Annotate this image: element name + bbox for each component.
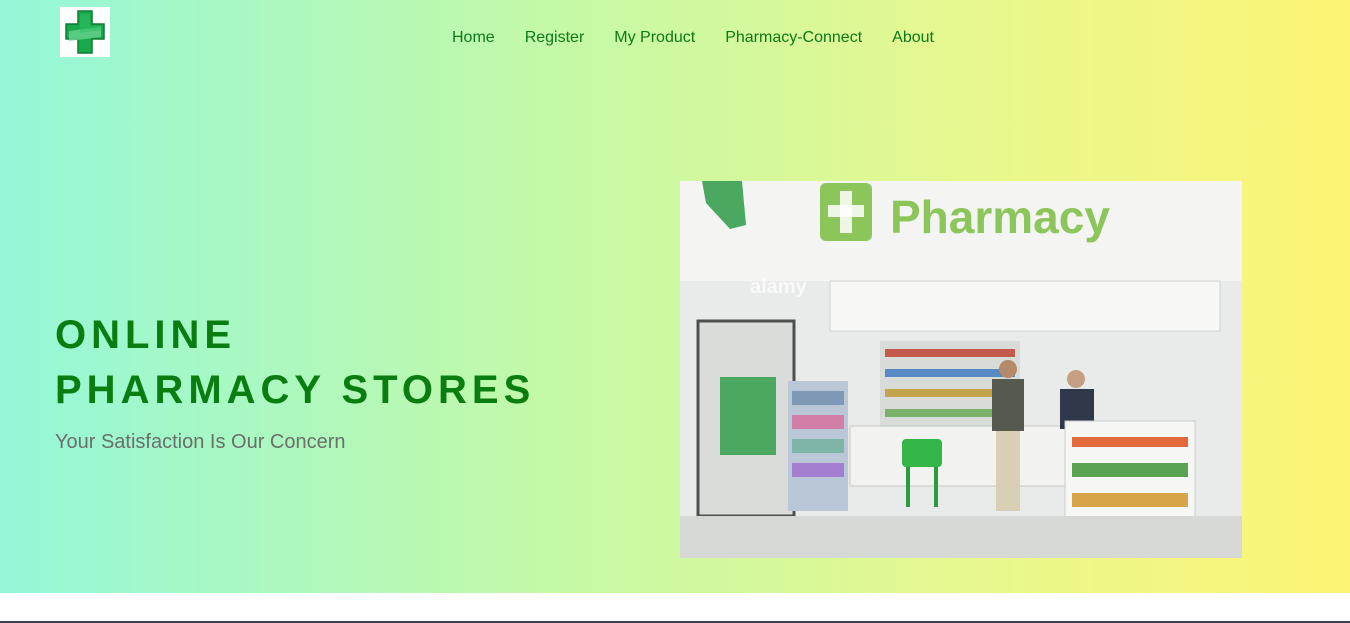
nav-home-link[interactable]: Home (452, 28, 495, 48)
pharmacy-cross-icon (65, 10, 105, 54)
main-nav: Home Register My Product Pharmacy-Connec… (452, 28, 934, 48)
pharmacy-sign: Pharmacy (820, 183, 1110, 243)
pharmacy-sign-text: Pharmacy (890, 191, 1110, 243)
nav-my-product-link[interactable]: My Product (614, 28, 695, 48)
photo-watermark: alamy (750, 276, 808, 298)
hero-title-line-2: PHARMACY STORES (55, 368, 536, 412)
hero-subtitle: Your Satisfaction Is Our Concern (55, 431, 346, 453)
logo[interactable] (60, 7, 110, 57)
pharmacy-store-photo: Pharmacy alamy (680, 181, 1242, 558)
nav-register-link[interactable]: Register (525, 28, 585, 48)
hero-title-line-1: ONLINE (55, 313, 237, 357)
hero-title: ONLINE PHARMACY STORES (55, 308, 535, 418)
nav-pharmacy-connect-link[interactable]: Pharmacy-Connect (725, 28, 862, 48)
hero-section: Home Register My Product Pharmacy-Connec… (0, 0, 1350, 593)
nav-about-link[interactable]: About (892, 28, 934, 48)
